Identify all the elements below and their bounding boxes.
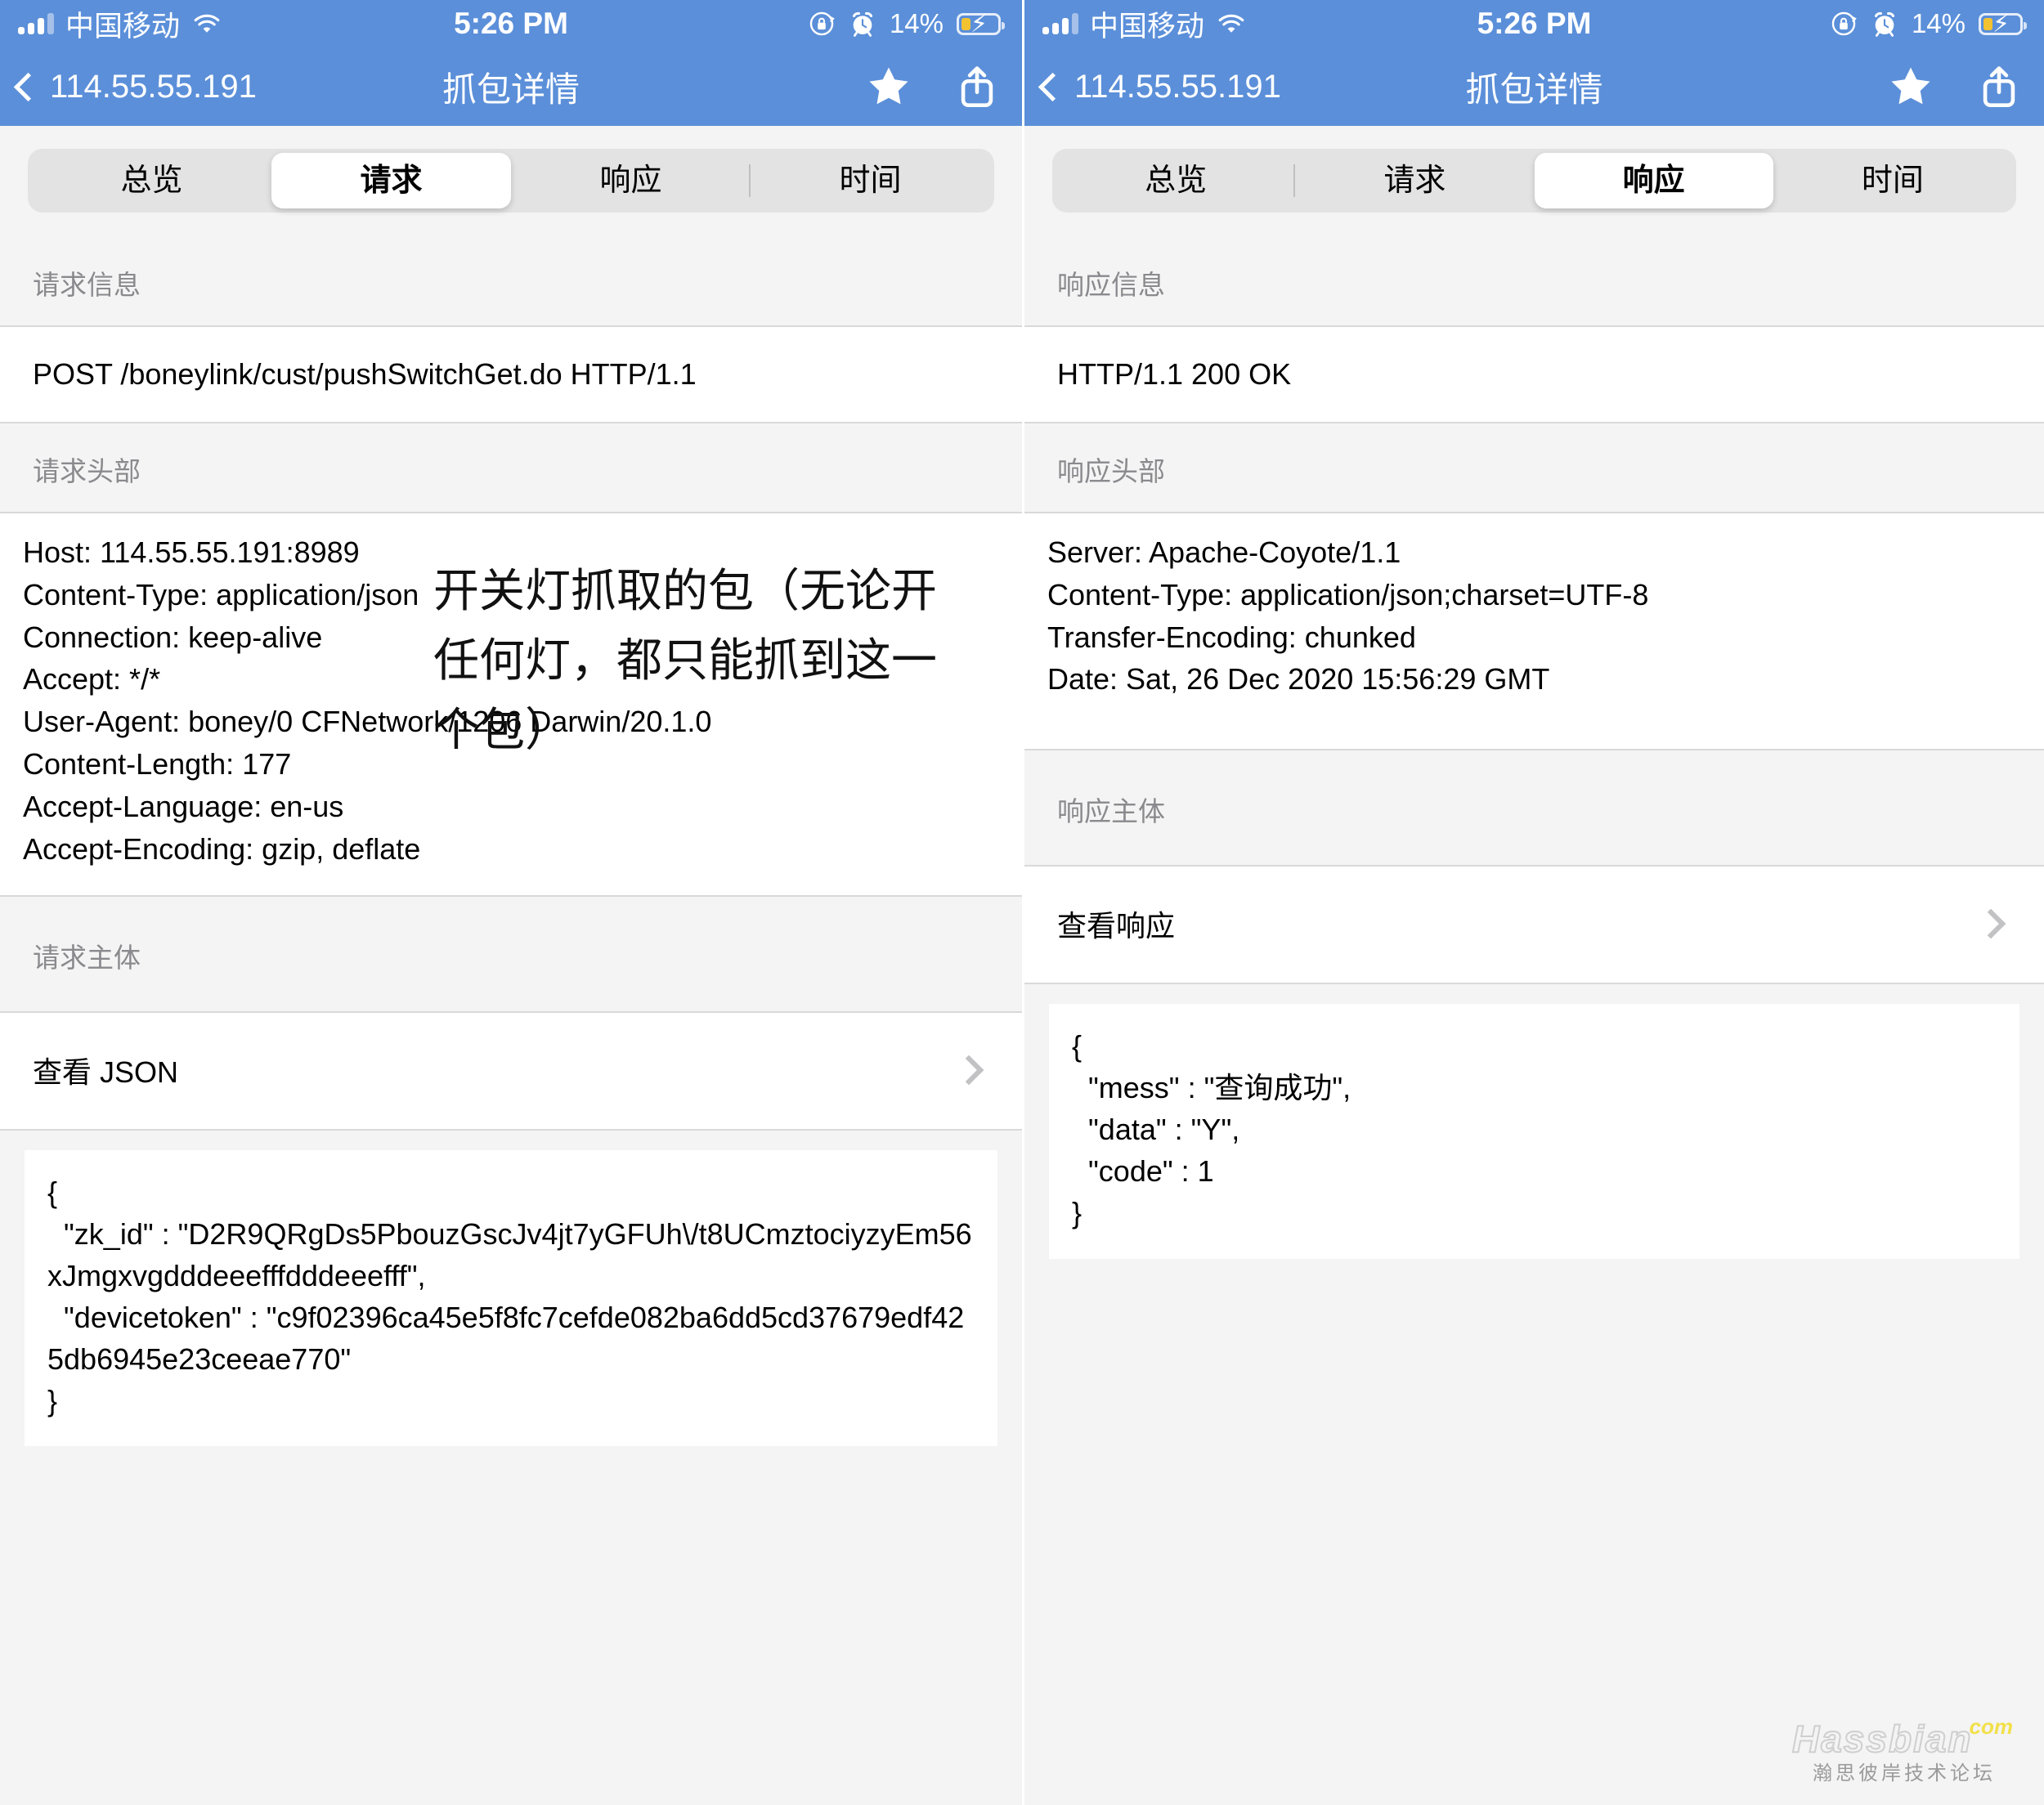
battery-charging-icon: ⚡: [1979, 11, 2027, 36]
status-bar: 中国移动 5:26 PM 14% ⚡: [0, 0, 1022, 47]
section-header-response-info: 响应信息: [1024, 237, 2044, 327]
alarm-clock-icon: [1874, 11, 1894, 37]
status-bar: 中国移动 5:26 PM 14% ⚡: [1024, 0, 2044, 47]
tab-time[interactable]: 时间: [751, 153, 990, 208]
left-panel-filler: [0, 1446, 1022, 1805]
status-bar-right: 14% ⚡: [808, 8, 1005, 39]
back-button-label: 114.55.55.191: [1074, 68, 1281, 105]
status-bar-left: 中国移动: [18, 3, 222, 45]
tab-bar-container: 总览 请求 响应 时间: [1024, 126, 2044, 237]
battery-percent-label: 14%: [1911, 8, 1966, 38]
carrier-label: 中国移动: [65, 10, 181, 43]
view-response-row[interactable]: 查看响应: [1024, 867, 2044, 984]
carrier-label: 中国移动: [1090, 10, 1205, 43]
request-header-line: User-Agent: boney/0 CFNetwork/1206 Darwi…: [23, 705, 712, 739]
segmented-control: 总览 请求 响应 时间: [28, 149, 994, 213]
chevron-left-icon: [1038, 72, 1068, 101]
signal-bars-icon: [18, 13, 54, 34]
tab-bar-container: 总览 请求 响应 时间: [0, 126, 1022, 237]
response-header-line: Content-Type: application/json;charset=U…: [1047, 577, 1649, 611]
view-json-label: 查看 JSON: [33, 1055, 179, 1089]
chevron-right-icon: [1975, 908, 2006, 939]
response-body-json: { "mess" : "查询成功", "data" : "Y", "code" …: [1049, 1004, 2019, 1259]
request-info-row[interactable]: POST /boneylink/cust/pushSwitchGet.do HT…: [0, 327, 1022, 423]
share-icon[interactable]: [953, 62, 1001, 111]
request-header-line: Accept: */*: [23, 662, 161, 696]
status-bar-left: 中国移动: [1042, 3, 1247, 45]
section-header-request-headers: 请求头部: [0, 423, 1022, 513]
battery-percent-label: 14%: [889, 8, 944, 38]
view-json-row[interactable]: 查看 JSON: [0, 1012, 1022, 1131]
wifi-icon: [194, 14, 220, 33]
back-button[interactable]: 114.55.55.191: [1038, 68, 1281, 105]
alarm-clock-icon: [852, 11, 872, 37]
request-header-line: Accept-Encoding: gzip, deflate: [23, 831, 421, 866]
tab-overview[interactable]: 总览: [32, 153, 271, 208]
rotation-lock-icon: [1831, 11, 1857, 36]
nav-bar: 114.55.55.191 抓包详情: [1024, 47, 2044, 126]
request-header-line: Host: 114.55.55.191:8989: [23, 535, 360, 569]
tab-response-label: 响应: [599, 163, 662, 198]
response-info-row[interactable]: HTTP/1.1 200 OK: [1024, 327, 2044, 423]
nav-actions: [1885, 62, 2023, 111]
request-body-json: { "zk_id" : "D2R9QRgDs5PbouzGscJv4jt7yGF…: [25, 1149, 997, 1447]
left-screen: 中国移动 5:26 PM 14% ⚡ 114.55.55.191 抓包详情 总览…: [0, 0, 1022, 1805]
tab-response[interactable]: 响应: [1534, 153, 1773, 208]
section-header-response-body: 响应主体: [1024, 750, 2044, 867]
rotation-lock-icon: [809, 11, 835, 36]
tab-overview[interactable]: 总览: [1056, 153, 1296, 208]
response-header-line: Date: Sat, 26 Dec 2020 15:56:29 GMT: [1047, 662, 1550, 696]
chevron-right-icon: [953, 1055, 984, 1086]
chevron-left-icon: [13, 72, 43, 101]
back-button[interactable]: 114.55.55.191: [13, 68, 257, 105]
response-header-line: Server: Apache-Coyote/1.1: [1047, 535, 1401, 569]
status-bar-right: 14% ⚡: [1830, 8, 2027, 39]
response-status-line: HTTP/1.1 200 OK: [1057, 357, 1292, 391]
segmented-control: 总览 请求 响应 时间: [1052, 149, 2016, 213]
section-header-request-info: 请求信息: [0, 237, 1022, 327]
back-button-label: 114.55.55.191: [50, 68, 257, 105]
battery-charging-icon: ⚡: [957, 11, 1005, 36]
tab-time[interactable]: 时间: [1773, 153, 2012, 208]
star-icon[interactable]: [1885, 62, 1936, 111]
share-icon[interactable]: [1975, 62, 2023, 111]
response-body-card-wrap: { "mess" : "查询成功", "data" : "Y", "code" …: [1024, 984, 2044, 1259]
right-panel-filler: [1024, 1258, 2044, 1805]
response-header-line: Transfer-Encoding: chunked: [1047, 620, 1416, 654]
request-header-line: Content-Type: application/json: [23, 577, 419, 611]
section-header-request-body: 请求主体: [0, 896, 1022, 1013]
tab-request[interactable]: 请求: [1295, 153, 1534, 208]
request-header-line: Accept-Language: en-us: [23, 789, 344, 823]
nav-bar: 114.55.55.191 抓包详情: [0, 47, 1022, 126]
request-body-card-wrap: { "zk_id" : "D2R9QRgDs5PbouzGscJv4jt7yGF…: [0, 1130, 1022, 1447]
nav-actions: [863, 62, 1001, 111]
request-header-line: Content-Length: 177: [23, 747, 292, 782]
response-headers-row: Server: Apache-Coyote/1.1 Content-Type: …: [1024, 513, 2044, 750]
section-header-response-headers: 响应头部: [1024, 423, 2044, 513]
request-headers-row: Host: 114.55.55.191:8989 Content-Type: a…: [0, 513, 1022, 897]
tab-overview-label: 总览: [1145, 163, 1208, 198]
request-header-line: Connection: keep-alive: [23, 620, 323, 654]
signal-bars-icon: [1042, 13, 1078, 34]
wifi-icon: [1218, 14, 1244, 33]
tab-response[interactable]: 响应: [511, 153, 751, 208]
request-line: POST /boneylink/cust/pushSwitchGet.do HT…: [33, 357, 697, 391]
view-response-label: 查看响应: [1057, 909, 1176, 943]
tab-request[interactable]: 请求: [271, 153, 511, 208]
dual-screenshot-container: 中国移动 5:26 PM 14% ⚡ 114.55.55.191 抓包详情 总览…: [0, 0, 2044, 1805]
star-icon[interactable]: [863, 62, 914, 111]
right-screen: 中国移动 5:26 PM 14% ⚡ 114.55.55.191 抓包详情 总览…: [1022, 0, 2044, 1805]
